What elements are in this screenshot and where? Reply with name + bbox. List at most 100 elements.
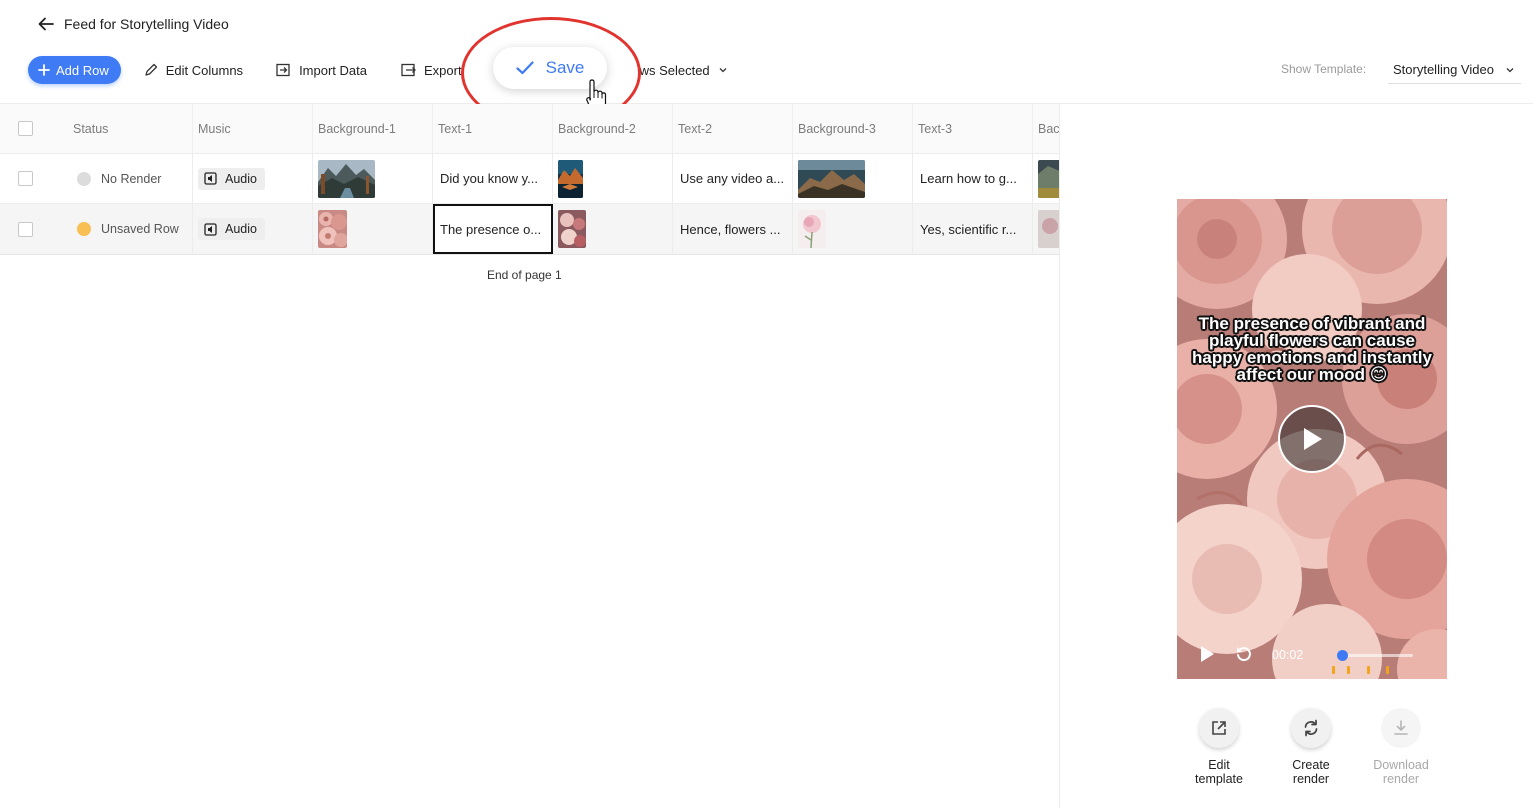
thumbnail-mountain-river[interactable] xyxy=(318,159,375,198)
back-arrow-icon[interactable] xyxy=(36,14,56,34)
video-controls: 00:02 xyxy=(1177,639,1447,679)
background-2-cell[interactable] xyxy=(553,154,673,203)
export-button[interactable]: Export xyxy=(401,63,462,78)
create-render-circle xyxy=(1291,708,1331,748)
background-1-cell[interactable] xyxy=(313,154,433,203)
background-1-cell[interactable] xyxy=(313,204,433,254)
text-2-cell[interactable]: Hence, flowers ... xyxy=(673,204,793,254)
column-header-text-1[interactable]: Text-1 xyxy=(433,104,553,153)
thumbnail-lake-sunset[interactable] xyxy=(558,159,583,198)
text-3-value: Yes, scientific r... xyxy=(920,221,1017,237)
rows-selected-label: ws Selected xyxy=(639,62,710,78)
column-header-background-1[interactable]: Background-1 xyxy=(313,104,433,153)
column-header-status[interactable]: Status xyxy=(66,104,193,153)
video-caption: The presence of vibrant and playful flow… xyxy=(1192,314,1432,384)
video-progress-knob[interactable] xyxy=(1337,650,1349,661)
row-checkbox-cell xyxy=(0,204,66,254)
thumbnail-partial-landscape[interactable] xyxy=(1038,159,1059,198)
column-header-background-4[interactable]: Bac xyxy=(1033,104,1059,153)
template-select[interactable]: Storytelling Video xyxy=(1388,56,1521,84)
create-render-label: Create render xyxy=(1292,758,1330,786)
background-4-cell[interactable] xyxy=(1033,154,1059,203)
preview-actions: Edit template Create render Download ren… xyxy=(1180,708,1445,793)
text-3-cell[interactable]: Yes, scientific r... xyxy=(913,204,1033,254)
audio-chip[interactable]: Audio xyxy=(198,167,265,190)
audio-chip[interactable]: Audio xyxy=(198,218,265,240)
external-link-icon xyxy=(1212,721,1226,735)
play-button[interactable] xyxy=(1199,645,1215,666)
download-render-label: Download render xyxy=(1373,758,1429,786)
text-1-cell-selected[interactable]: The presence o... xyxy=(433,204,553,254)
panel-divider xyxy=(1059,104,1060,808)
background-4-cell[interactable] xyxy=(1033,204,1059,254)
background-3-cell[interactable] xyxy=(793,204,913,254)
replay-button[interactable] xyxy=(1235,645,1253,666)
end-of-page-text: End of page 1 xyxy=(487,268,562,282)
video-preview[interactable]: The presence of vibrant and playful flow… xyxy=(1177,199,1447,679)
pencil-icon xyxy=(145,63,157,76)
edit-template-label: Edit template xyxy=(1195,758,1243,786)
thumbnail-partial-flower[interactable] xyxy=(1038,210,1059,248)
status-cell: Unsaved Row xyxy=(66,204,193,254)
thumbnail-pink-flowers[interactable] xyxy=(318,210,347,248)
timeline-marker xyxy=(1347,666,1350,674)
replay-icon xyxy=(1237,647,1251,662)
toolbar: Add Row Edit Columns Import Data Export … xyxy=(28,56,728,84)
status-dot xyxy=(77,222,91,236)
background-2-cell[interactable] xyxy=(553,204,673,254)
edit-columns-label: Edit Columns xyxy=(165,62,244,78)
play-overlay-button[interactable] xyxy=(1278,405,1346,473)
data-grid: Status Music Background-1 Text-1 Backgro… xyxy=(0,104,1059,256)
column-header-background-2[interactable]: Background-2 xyxy=(553,104,673,153)
audio-label: Audio xyxy=(225,222,257,236)
text-1-value: Did you know y... xyxy=(440,171,539,186)
template-select-value: Storytelling Video xyxy=(1393,62,1494,77)
column-header-music[interactable]: Music xyxy=(193,104,313,153)
add-row-button[interactable]: Add Row xyxy=(28,56,121,84)
table-row[interactable]: No Render Audio Did you know y... Use an… xyxy=(0,154,1059,204)
text-2-cell[interactable]: Use any video a... xyxy=(673,154,793,203)
text-2-value: Hence, flowers ... xyxy=(680,221,781,237)
column-header-text-2[interactable]: Text-2 xyxy=(673,104,793,153)
row-checkbox[interactable] xyxy=(18,221,33,237)
thumbnail-rose-bouquet[interactable] xyxy=(558,210,586,248)
thumbnail-mountain-ridge[interactable] xyxy=(798,159,865,198)
text-3-cell[interactable]: Learn how to g... xyxy=(913,154,1033,203)
chevron-down-icon xyxy=(1506,67,1514,72)
rows-selected-dropdown[interactable]: ws Selected xyxy=(640,63,728,78)
select-all-checkbox[interactable] xyxy=(18,121,33,136)
text-2-value: Use any video a... xyxy=(680,171,785,186)
plus-icon xyxy=(38,64,50,76)
import-data-button[interactable]: Import Data xyxy=(276,63,367,78)
play-icon xyxy=(1304,428,1322,450)
background-3-cell[interactable] xyxy=(793,154,913,203)
table-row[interactable]: Unsaved Row Audio The presence o... Henc… xyxy=(0,204,1059,255)
column-header-text-3[interactable]: Text-3 xyxy=(913,104,1033,153)
thumbnail-peony[interactable] xyxy=(798,210,826,248)
export-label: Export xyxy=(423,62,462,78)
edit-template-circle xyxy=(1199,708,1239,748)
download-icon xyxy=(1394,720,1408,735)
save-label: Save xyxy=(545,58,585,77)
status-cell: No Render xyxy=(66,154,193,203)
text-1-cell[interactable]: Did you know y... xyxy=(433,154,553,203)
timeline-marker xyxy=(1332,666,1335,674)
video-progress-track[interactable] xyxy=(1337,650,1413,661)
music-cell: Audio xyxy=(193,154,313,203)
music-cell: Audio xyxy=(193,204,313,254)
timeline-marker xyxy=(1386,666,1389,674)
chevron-down-icon xyxy=(719,68,727,73)
row-checkbox[interactable] xyxy=(18,171,33,186)
top-bar: Feed for Storytelling Video Add Row Edit… xyxy=(0,0,1533,104)
text-1-value: The presence o... xyxy=(440,221,542,237)
import-icon xyxy=(276,63,290,77)
create-render-button[interactable]: Create render xyxy=(1268,708,1354,786)
column-header-background-3[interactable]: Background-3 xyxy=(793,104,913,153)
status-dot xyxy=(77,171,91,186)
edit-template-button[interactable]: Edit template xyxy=(1176,708,1262,786)
export-icon xyxy=(401,63,416,77)
download-render-button[interactable]: Download render xyxy=(1358,708,1444,786)
timeline-marker xyxy=(1367,666,1370,674)
checkmark-icon xyxy=(516,61,534,75)
edit-columns-button[interactable]: Edit Columns xyxy=(144,63,243,78)
